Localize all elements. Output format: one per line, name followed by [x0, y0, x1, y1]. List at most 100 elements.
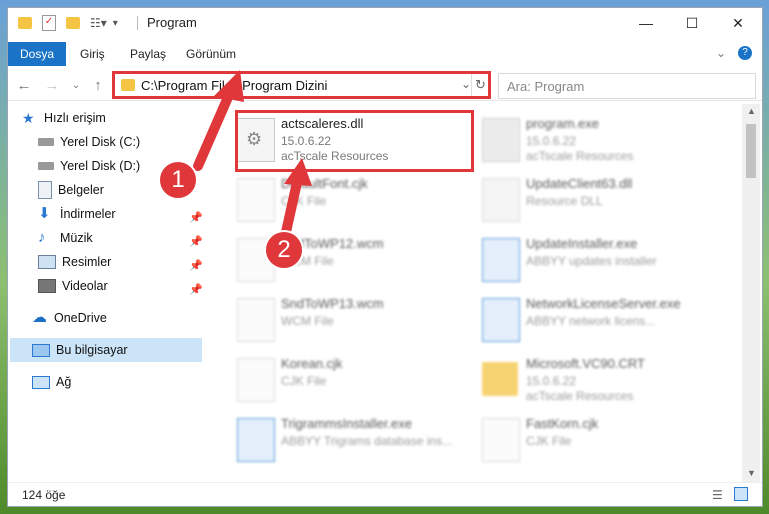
title-separator	[137, 16, 138, 30]
navigation-bar: ← → ⌄ ↑ C:\Program Files\Program Dizini …	[8, 70, 762, 101]
file-detail: CJK File	[526, 434, 572, 448]
list-item[interactable]: SndToWP13.wcm WCM File	[229, 292, 461, 346]
sidebar-item-this-pc[interactable]: Bu bilgisayar	[10, 338, 202, 362]
sidebar-item-label: Resimler	[62, 255, 112, 269]
status-bar: 124 öğe ☰	[8, 482, 762, 506]
list-item[interactable]: FastKorn.cjk CJK File	[474, 412, 706, 466]
exe-icon	[482, 118, 520, 162]
sidebar-item-network[interactable]: Ağ	[32, 370, 71, 394]
pictures-icon	[38, 255, 56, 269]
drive-icon	[38, 162, 54, 170]
file-name: SndToWP13.wcm	[281, 296, 384, 311]
file-detail: acTscale Resources	[526, 149, 634, 163]
tab-giris[interactable]: Giriş	[80, 42, 105, 66]
tab-dosya[interactable]: Dosya	[8, 42, 67, 66]
search-placeholder[interactable]: Ara: Program	[507, 79, 584, 94]
tab-gorunum[interactable]: Görünüm	[186, 42, 236, 66]
star-icon: ★	[22, 110, 35, 126]
network-icon	[32, 375, 50, 389]
item-count: 124 öğe	[22, 488, 66, 502]
file-detail: ABBYY Trigrams database ins...	[281, 434, 453, 448]
customize-dropdown-icon[interactable]: ▾	[113, 18, 118, 29]
expand-ribbon-icon[interactable]: ⌄	[716, 46, 726, 60]
callout-badge-1: 1	[158, 160, 198, 200]
details-view-icon[interactable]: ☰	[712, 488, 723, 502]
back-arrow-icon[interactable]: ←	[14, 75, 34, 95]
forward-arrow-icon[interactable]: →	[42, 75, 62, 95]
file-detail: 15.0.6.22	[526, 134, 577, 148]
maximize-button[interactable]: ☐	[669, 8, 715, 38]
sidebar-item-pictures[interactable]: Resimler 📌	[38, 250, 203, 274]
large-icons-view-icon[interactable]	[734, 487, 748, 501]
list-item[interactable]: TrigrammsInstaller.exe ABBYY Trigrams da…	[229, 412, 461, 466]
pin-icon[interactable]: 📌	[189, 278, 203, 302]
sidebar-item-label: Bu bilgisayar	[56, 343, 128, 357]
vertical-scrollbar[interactable]: ▲ ▼	[742, 104, 760, 482]
title-bar: ✓ ☷▾ ▾ Program — ☐ ✕	[8, 8, 762, 38]
sidebar-item-label: Belgeler	[58, 183, 104, 197]
sidebar-item-disk-c[interactable]: Yerel Disk (C:)	[38, 130, 198, 154]
list-item[interactable]: SndToWP12.wcm WCM File	[229, 232, 461, 286]
view-options-icon[interactable]: ☷▾	[90, 16, 107, 30]
file-name: Microsoft.VC90.CRT	[526, 356, 645, 371]
sidebar-item-downloads[interactable]: ⬇ İndirmeler 📌	[38, 202, 203, 226]
search-box[interactable]: Ara: Program	[498, 73, 756, 99]
sidebar-item-quick-access[interactable]: ★ Hızlı erişim	[22, 106, 106, 130]
sidebar-item-label: Videolar	[62, 279, 108, 293]
scroll-up-icon[interactable]: ▲	[747, 106, 756, 116]
new-folder-icon[interactable]	[66, 17, 80, 29]
file-icon	[482, 418, 520, 462]
minimize-button[interactable]: —	[623, 8, 669, 38]
file-detail: ABBYY updates installer	[526, 254, 657, 268]
tab-paylas[interactable]: Paylaş	[130, 42, 166, 66]
file-icon	[237, 178, 275, 222]
explorer-window: ✓ ☷▾ ▾ Program — ☐ ✕ Dosya Giriş Paylaş …	[8, 8, 762, 506]
sidebar-item-music[interactable]: ♪ Müzik 📌	[38, 226, 203, 250]
recent-locations-icon[interactable]: ⌄	[66, 75, 86, 95]
download-icon: ⬇	[38, 205, 51, 222]
scroll-down-icon[interactable]: ▼	[747, 468, 756, 478]
sidebar-item-label: Ağ	[56, 375, 72, 389]
file-name: NetworkLicenseServer.exe	[526, 296, 681, 311]
music-icon: ♪	[38, 229, 46, 246]
file-name: UpdateInstaller.exe	[526, 236, 638, 251]
folder-icon[interactable]	[18, 17, 32, 29]
computer-icon	[32, 343, 50, 357]
file-name: TrigrammsInstaller.exe	[281, 416, 412, 431]
sidebar-item-onedrive[interactable]: ☁ OneDrive	[32, 306, 107, 330]
sidebar-item-label: Yerel Disk (C:)	[60, 135, 141, 149]
document-icon	[38, 181, 52, 199]
help-icon[interactable]: ?	[738, 46, 752, 60]
ribbon-tabs: Dosya Giriş Paylaş Görünüm ⌄ ?	[8, 42, 762, 66]
installer-icon	[237, 418, 275, 462]
file-detail: ABBYY network licens...	[526, 314, 656, 328]
up-arrow-icon[interactable]: ↑	[88, 75, 108, 95]
list-item[interactable]: DefaultFont.cjk CJK File	[229, 172, 461, 226]
file-detail: WCM File	[281, 314, 334, 328]
properties-icon[interactable]: ✓	[42, 15, 56, 31]
film-icon	[38, 279, 56, 293]
quick-access-toolbar: ✓ ☷▾ ▾	[18, 14, 118, 32]
close-button[interactable]: ✕	[715, 8, 761, 38]
file-detail: 15.0.6.22	[526, 374, 577, 388]
list-item[interactable]: UpdateInstaller.exe ABBYY updates instal…	[474, 232, 706, 286]
file-name: DefaultFont.cjk	[281, 176, 368, 191]
sidebar-item-label: Hızlı erişim	[44, 111, 106, 125]
installer-icon	[482, 238, 520, 282]
window-title: Program	[147, 15, 197, 30]
sidebar-item-videos[interactable]: Videolar 📌	[38, 274, 203, 298]
list-item[interactable]: program.exe 15.0.6.22 acTscale Resources	[474, 112, 706, 166]
file-name: FastKorn.cjk	[526, 416, 599, 431]
sidebar-item-label: Yerel Disk (D:)	[60, 159, 141, 173]
file-icon	[237, 298, 275, 342]
file-name: Korean.cjk	[281, 356, 343, 371]
list-item[interactable]: UpdateClient63.dll Resource DLL	[474, 172, 706, 226]
scrollbar-thumb[interactable]	[746, 124, 756, 178]
cloud-icon: ☁	[32, 309, 47, 326]
list-item[interactable]: NetworkLicenseServer.exe ABBYY network l…	[474, 292, 706, 346]
file-name: program.exe	[526, 116, 599, 131]
file-name: UpdateClient63.dll	[526, 176, 633, 191]
file-detail: Resource DLL	[526, 194, 603, 208]
list-item[interactable]: Microsoft.VC90.CRT 15.0.6.22 acTscale Re…	[474, 352, 706, 406]
list-item[interactable]: Korean.cjk CJK File	[229, 352, 461, 406]
